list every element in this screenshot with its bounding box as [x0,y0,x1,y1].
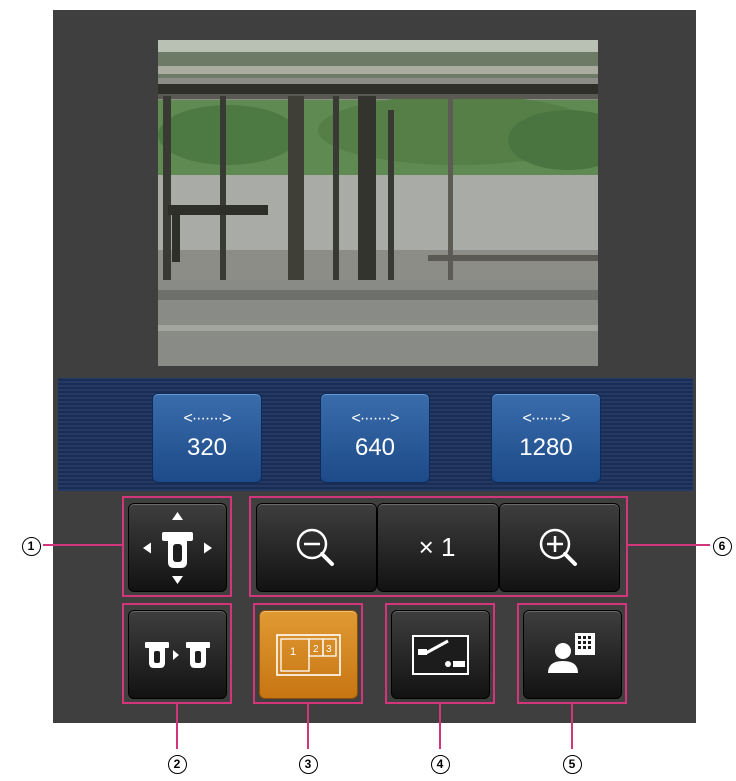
pan-tilt-control-icon [143,512,212,584]
zoom-out-button[interactable] [256,503,377,592]
callout-line-1 [43,544,122,546]
zoom-level-label: × 1 [418,532,456,562]
resolution-label: 640 [354,434,396,461]
callout-2: 2 [166,752,188,774]
callout-line-4 [439,704,441,749]
resolution-320-button[interactable]: <·······> 320 [152,393,262,483]
zoom-out-icon [296,528,334,566]
user-info-icon [548,633,595,673]
resize-arrow-icon: <·······> [183,410,232,427]
alarm-output-icon [412,635,469,675]
resize-arrow-icon: <·······> [522,410,571,427]
callout-6: 6 [711,534,733,556]
callout-1: 1 [20,534,42,556]
callout-3: 3 [297,752,319,774]
callout-5: 5 [561,752,583,774]
callout-4: 4 [429,752,451,774]
callout-line-3 [307,704,309,749]
callout-line-5 [571,704,573,749]
zoom-in-button[interactable] [499,503,620,592]
camera-live-image [158,40,598,366]
resolution-1280-button[interactable]: <·······> 1280 [491,393,601,483]
svg-text:2: 2 [313,644,319,655]
multi-screen-icon: 1 2 3 [276,634,341,676]
zoom-in-icon [539,528,577,566]
camera-switch-icon [145,642,210,668]
svg-text:3: 3 [326,644,332,655]
callout-line-2 [176,704,178,749]
resolution-label: 1280 [519,434,573,461]
pan-tilt-button[interactable] [128,503,227,592]
resolution-label: 320 [186,434,228,461]
callout-line-6 [628,544,710,546]
multi-screen-button[interactable]: 1 2 3 [259,610,358,699]
user-info-button[interactable] [523,610,622,699]
resolution-640-button[interactable]: <·······> 640 [320,393,430,483]
svg-text:1: 1 [290,646,296,658]
camera-switch-button[interactable] [128,610,227,699]
alarm-output-button[interactable] [391,610,490,699]
resize-arrow-icon: <·······> [351,410,400,427]
